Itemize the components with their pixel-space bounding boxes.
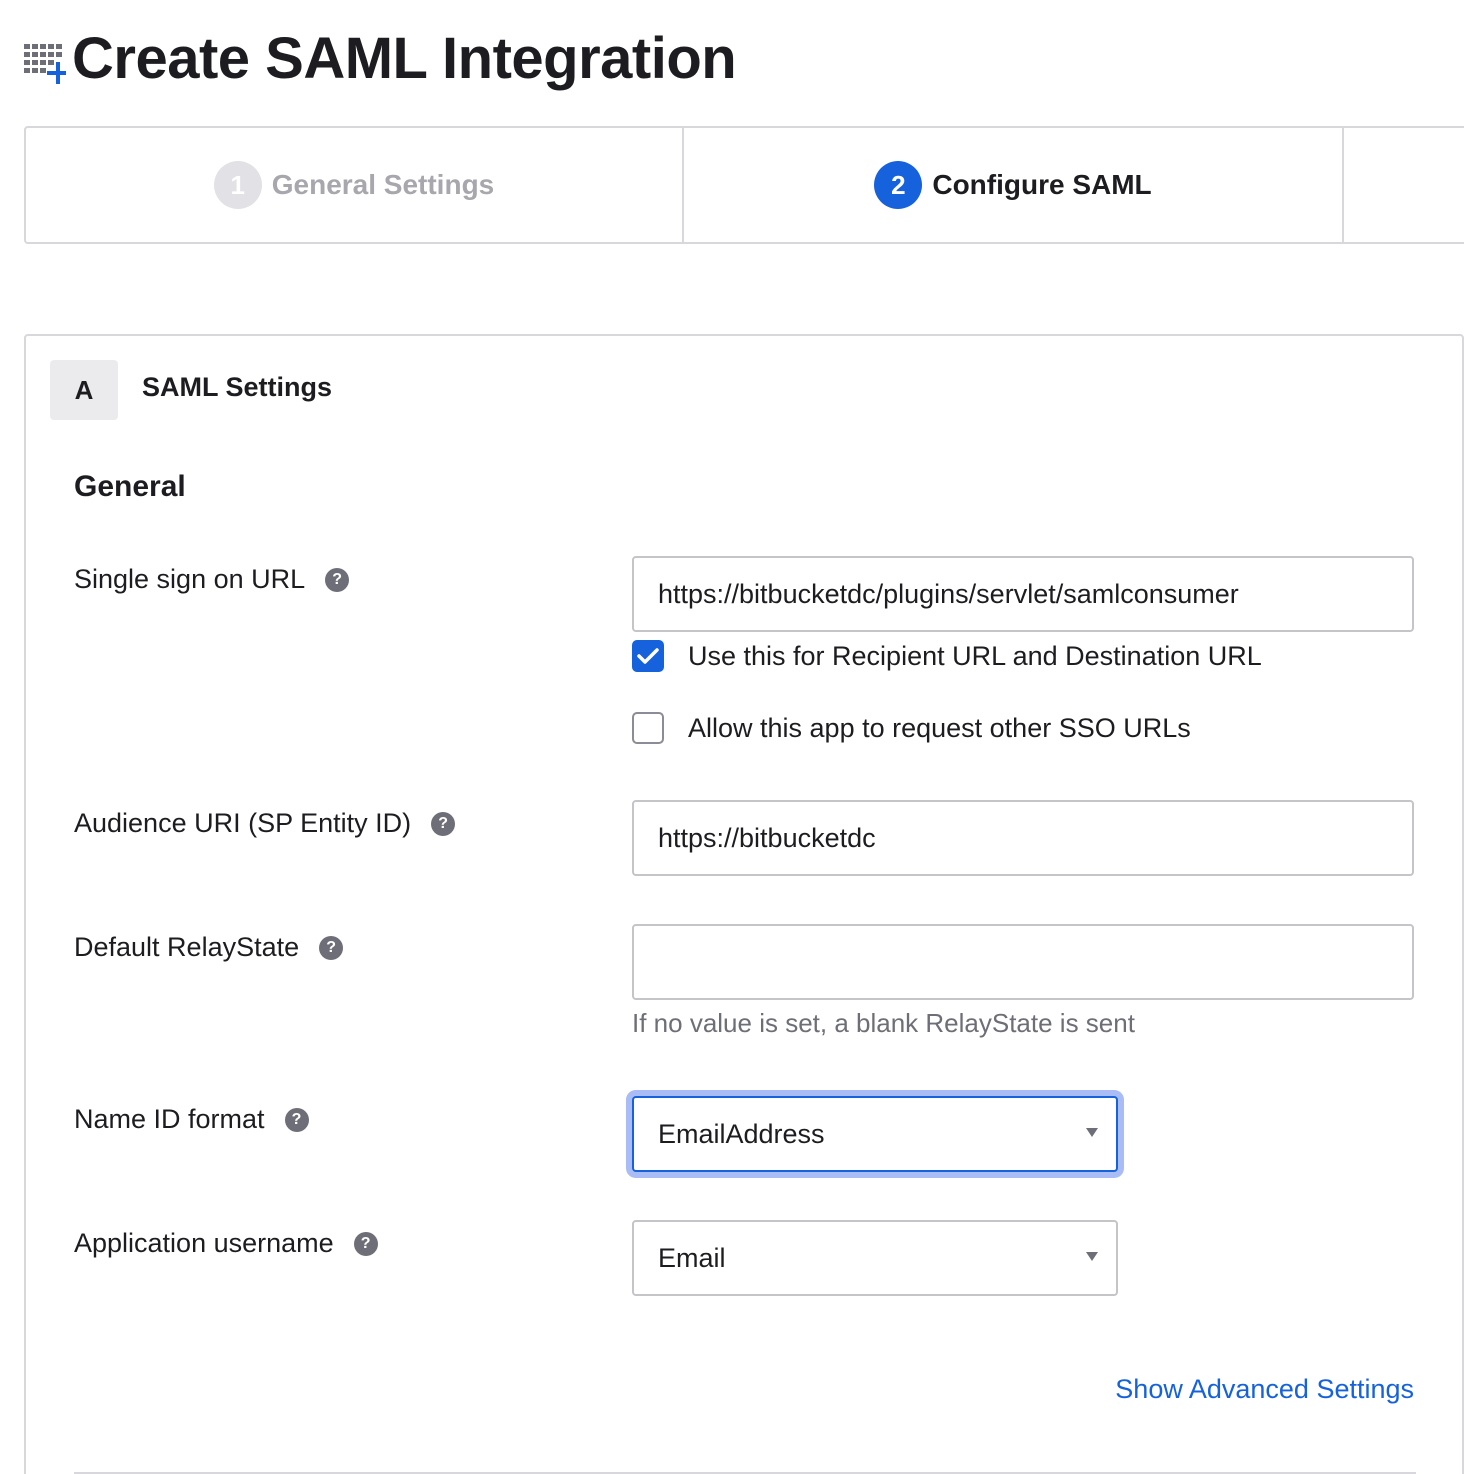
caret-down-icon <box>1086 1128 1098 1137</box>
audience-uri-input[interactable]: https://bitbucketdc <box>632 800 1414 876</box>
app-add-icon <box>24 44 66 84</box>
subsection-title: General <box>74 470 186 503</box>
section-title: SAML Settings <box>142 372 333 402</box>
checkmark-icon <box>637 648 659 664</box>
use-recipient-url-option[interactable]: Use this for Recipient URL and Destinati… <box>632 640 1262 672</box>
wizard-steps: 1 General Settings 2 Configure SAML <box>24 126 1464 244</box>
wizard-step-next <box>1344 128 1464 242</box>
step-number-badge: 2 <box>874 161 923 209</box>
help-icon[interactable]: ? <box>319 935 344 960</box>
name-id-format-value: EmailAddress <box>658 1119 825 1149</box>
allow-other-sso-urls-label: Allow this app to request other SSO URLs <box>688 712 1191 743</box>
help-icon[interactable]: ? <box>431 811 456 836</box>
section-badge: A <box>50 360 118 420</box>
use-recipient-url-label: Use this for Recipient URL and Destinati… <box>688 640 1262 671</box>
relay-state-label: Default RelayState ? <box>74 932 344 963</box>
caret-down-icon <box>1086 1252 1098 1261</box>
saml-settings-card: A SAML Settings General Single sign on U… <box>24 334 1464 1474</box>
sso-url-input[interactable]: https://bitbucketdc/plugins/servlet/saml… <box>632 556 1414 632</box>
show-advanced-settings-link[interactable]: Show Advanced Settings <box>1115 1374 1414 1405</box>
page-title: Create SAML Integration <box>72 26 737 91</box>
relay-state-hint: If no value is set, a blank RelayState i… <box>632 1008 1135 1038</box>
name-id-format-label-text: Name ID format <box>74 1104 265 1134</box>
sso-url-label: Single sign on URL ? <box>74 564 350 595</box>
help-icon[interactable]: ? <box>284 1107 309 1132</box>
help-icon[interactable]: ? <box>353 1231 378 1256</box>
audience-uri-label-text: Audience URI (SP Entity ID) <box>74 808 412 838</box>
wizard-step-configure-saml[interactable]: 2 Configure SAML <box>684 128 1344 242</box>
relay-state-label-text: Default RelayState <box>74 932 300 962</box>
relay-state-input[interactable] <box>632 924 1414 1000</box>
sso-url-label-text: Single sign on URL <box>74 564 306 594</box>
audience-uri-label: Audience URI (SP Entity ID) ? <box>74 808 456 839</box>
use-recipient-url-checkbox[interactable] <box>632 640 664 672</box>
help-icon[interactable]: ? <box>325 567 350 592</box>
wizard-step-general-settings[interactable]: 1 General Settings <box>26 128 684 242</box>
step-label: Configure SAML <box>932 169 1152 200</box>
app-username-label: Application username ? <box>74 1228 378 1259</box>
name-id-format-label: Name ID format ? <box>74 1104 309 1135</box>
allow-other-sso-urls-checkbox[interactable] <box>632 712 664 744</box>
app-username-label-text: Application username <box>74 1228 334 1258</box>
app-username-value: Email <box>658 1243 726 1273</box>
allow-other-sso-urls-option[interactable]: Allow this app to request other SSO URLs <box>632 712 1191 744</box>
app-username-select[interactable]: Email <box>632 1220 1118 1296</box>
step-label: General Settings <box>271 169 495 200</box>
step-number-badge: 1 <box>213 161 262 209</box>
name-id-format-select[interactable]: EmailAddress <box>632 1096 1118 1172</box>
